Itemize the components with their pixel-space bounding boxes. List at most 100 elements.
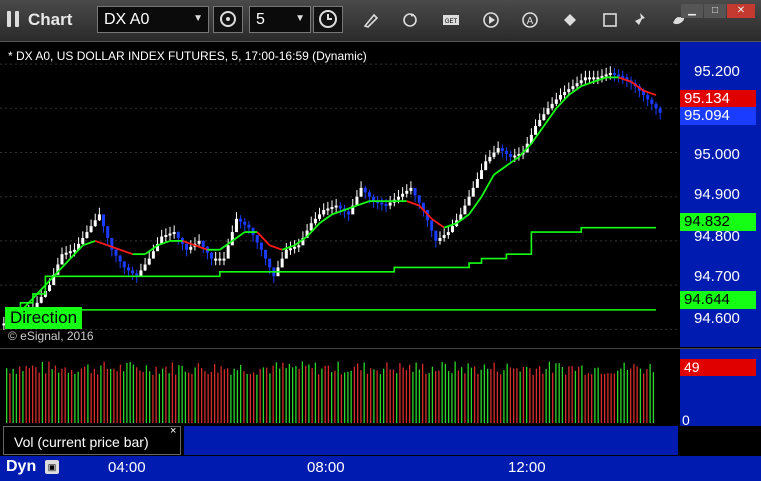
candle-body (480, 170, 484, 180)
fast-ma-segment (144, 244, 159, 255)
volume-bar (496, 371, 499, 423)
candle-body (534, 125, 538, 135)
pencil-draw-icon[interactable] (362, 11, 380, 29)
volume-bar (545, 368, 547, 423)
interval-field[interactable]: 5 ▼ (249, 6, 311, 33)
fast-ma-segment (618, 76, 632, 83)
price-plot[interactable]: * DX A0, US DOLLAR INDEX FUTURES, 5, 17:… (0, 42, 680, 347)
volume-bar (558, 363, 560, 423)
bookmark-icon[interactable] (601, 11, 619, 29)
candle-body (583, 77, 587, 81)
volume-bar (194, 367, 196, 423)
time-template-button[interactable] (313, 6, 343, 33)
volume-bar (571, 366, 573, 423)
candle-body (172, 232, 176, 235)
candle-body (201, 240, 205, 247)
candle-body (218, 258, 222, 261)
volume-bar (428, 373, 430, 423)
candle-body (230, 232, 234, 246)
candle-body (210, 252, 214, 259)
volume-bar (197, 363, 200, 423)
window-controls: ▁ □ ✕ (680, 0, 755, 18)
direction-label: Direction (5, 307, 83, 329)
volume-bar (145, 365, 148, 423)
candle-body (259, 242, 263, 250)
volume-bar (152, 374, 154, 423)
fast-ma-segment (443, 222, 457, 229)
candle-body (168, 233, 172, 236)
volume-bar (587, 373, 590, 423)
volume-bar (467, 363, 469, 423)
volume-bar (487, 368, 489, 423)
tag-icon[interactable] (561, 11, 579, 29)
fast-ma-segment (331, 209, 345, 216)
candle-body (293, 246, 297, 249)
candle-body (588, 77, 592, 80)
volume-bar (503, 370, 505, 423)
volume-bar (415, 362, 417, 423)
minimize-button[interactable]: ▁ (681, 4, 703, 18)
volume-bar (298, 368, 300, 423)
volume-bar (269, 373, 271, 423)
interval-settings-button[interactable] (213, 6, 243, 33)
volume-bar (266, 367, 268, 423)
candle-body (255, 235, 259, 243)
candle-body (504, 151, 508, 154)
candle-body (550, 103, 554, 109)
candle-body (513, 155, 517, 158)
volume-bar (188, 372, 190, 423)
candle-body (297, 245, 301, 248)
volume-bar (217, 372, 219, 423)
volume-bar (87, 364, 89, 423)
volume-bar (633, 364, 635, 423)
volume-study-label[interactable]: Vol (current price bar) (3, 426, 181, 455)
alert-icon[interactable]: A (521, 11, 539, 29)
refresh-cycle-icon[interactable] (401, 11, 419, 29)
candle-body (118, 255, 122, 262)
candle-body (617, 74, 621, 77)
interval-dropdown-icon[interactable]: ▼ (295, 13, 305, 24)
volume-bar (119, 364, 122, 423)
volume-bar (253, 372, 255, 423)
close-button[interactable]: ✕ (727, 4, 755, 18)
candle-body (434, 230, 438, 241)
volume-bar (532, 374, 534, 423)
volume-bar (581, 365, 583, 423)
candle-body (239, 218, 243, 222)
volume-study-close-icon[interactable]: × (170, 425, 176, 437)
symbol-field[interactable]: DX A0 ▼ (97, 6, 209, 33)
get-data-icon[interactable]: GET (442, 11, 460, 29)
volume-bar (165, 366, 167, 423)
maximize-button[interactable]: □ (704, 4, 726, 18)
volume-axis: 49 0 (680, 348, 761, 428)
copyright-text: © eSignal, 2016 (8, 329, 94, 343)
volume-bar (376, 370, 378, 423)
volume-bar (539, 366, 541, 423)
play-icon[interactable] (482, 11, 500, 29)
volume-bar (54, 365, 57, 423)
volume-bar (106, 368, 109, 423)
candle-body (322, 209, 326, 215)
candle-body (64, 252, 68, 255)
candle-body (68, 251, 72, 254)
volume-pane[interactable] (0, 348, 680, 427)
volume-bar (51, 369, 53, 423)
dyn-label[interactable]: Dyn (6, 458, 36, 476)
fast-ma-segment (219, 240, 233, 251)
candle-body (185, 243, 189, 250)
volume-bar (139, 370, 141, 423)
volume-bar (574, 370, 577, 423)
pushpin-icon[interactable] (631, 11, 649, 29)
window-grip-icon[interactable] (6, 9, 22, 29)
volume-bar (470, 367, 473, 423)
fast-ma-segment (182, 240, 196, 247)
symbol-dropdown-icon[interactable]: ▼ (193, 13, 203, 24)
time-axis[interactable]: Dyn ▣ 04:00 08:00 12:00 (0, 456, 761, 481)
volume-bar (431, 366, 434, 423)
volume-bar (25, 365, 27, 423)
candle-body (446, 232, 450, 236)
dyn-lock-icon[interactable]: ▣ (45, 460, 59, 474)
candle-body (612, 72, 616, 75)
volume-bar (344, 372, 346, 423)
volume-bar (412, 371, 414, 423)
